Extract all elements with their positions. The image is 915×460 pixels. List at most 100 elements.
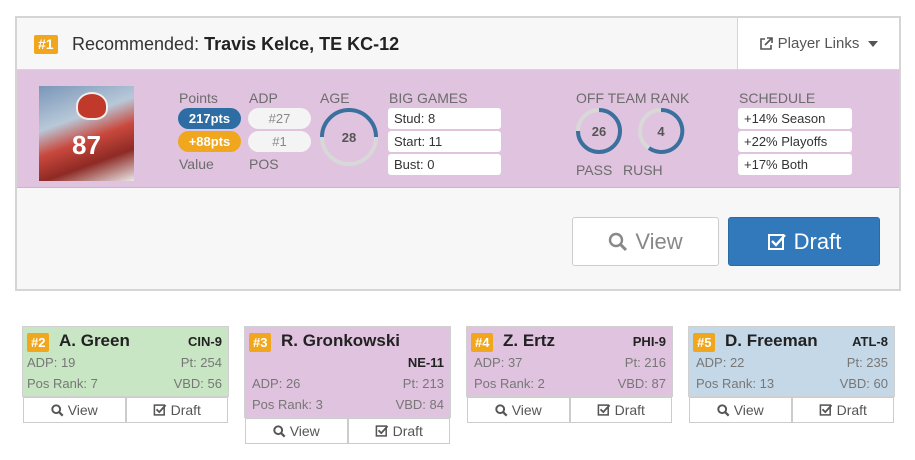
player-links-label: Player Links <box>777 35 860 52</box>
age-gauge: 28 <box>319 107 379 167</box>
player-points: Pt: 235 <box>846 355 888 370</box>
pass-rank-value: 26 <box>591 123 607 139</box>
pass-label: PASS <box>576 162 613 178</box>
age-value: 28 <box>341 129 357 145</box>
check-square-icon <box>153 404 166 416</box>
draft-button-label: Draft <box>392 423 423 439</box>
schedule-playoffs: +22% Playoffs <box>738 131 852 152</box>
check-square-icon <box>767 233 786 250</box>
view-button-label: View <box>289 423 320 439</box>
player-card-4: #4 Z. Ertz PHI-9 ADP: 37 Pt: 216 Pos Ran… <box>466 326 673 423</box>
check-square-icon <box>819 404 832 416</box>
draft-button[interactable]: Draft <box>791 397 894 423</box>
player-pos-rank: Pos Rank: 2 <box>474 376 545 391</box>
draft-button-label: Draft <box>614 402 645 418</box>
pos-label: POS <box>249 156 279 172</box>
value-pill: +88pts <box>178 131 241 152</box>
draft-button[interactable]: Draft <box>347 418 450 444</box>
player-card-2: #2 A. Green CIN-9 ADP: 19 Pt: 254 Pos Ra… <box>22 326 229 423</box>
player-adp: ADP: 22 <box>696 355 745 370</box>
card-actions: View Draft <box>245 418 450 444</box>
player-vbd: VBD: 84 <box>395 397 444 412</box>
rank-badge: #5 <box>693 333 716 352</box>
player-pos-rank: Pos Rank: 3 <box>252 397 323 412</box>
player-team: CIN-9 <box>188 334 222 349</box>
view-button[interactable]: View <box>245 418 348 444</box>
card-actions: View Draft <box>467 397 672 423</box>
player-pos-rank: Pos Rank: 13 <box>696 376 775 391</box>
player-name: D. Freeman <box>725 331 818 350</box>
player-name: Z. Ertz <box>503 331 555 350</box>
player-name: A. Green <box>59 331 130 350</box>
player-points: Pt: 216 <box>624 355 666 370</box>
schedule-season: +14% Season <box>738 108 852 129</box>
player-card-3: #3 R. Gronkowski NE-11 ADP: 26 Pt: 213 P… <box>244 326 451 444</box>
player-adp: ADP: 37 <box>474 355 523 370</box>
pos-pill: #1 <box>248 131 311 152</box>
check-square-icon <box>597 404 610 416</box>
big-games-label: BIG GAMES <box>389 90 468 106</box>
adp-pill: #27 <box>248 108 311 129</box>
big-games-bust: Bust: 0 <box>388 154 501 175</box>
recommended-title: Recommended: Travis Kelce, TE KC-12 <box>72 34 399 55</box>
rank-badge: #2 <box>27 333 50 352</box>
age-label: AGE <box>320 90 350 106</box>
search-icon <box>273 424 286 438</box>
rush-rank-value: 4 <box>657 123 665 139</box>
recommended-player-name: Travis Kelce, TE KC-12 <box>204 34 400 54</box>
big-games-start: Start: 11 <box>388 131 501 152</box>
jersey-number: 87 <box>72 130 101 160</box>
view-button[interactable]: View <box>572 217 719 266</box>
caret-down-icon <box>868 40 879 47</box>
search-icon <box>495 403 508 417</box>
search-icon <box>717 403 730 417</box>
player-adp: ADP: 26 <box>252 376 301 391</box>
card-actions: View Draft <box>23 397 228 423</box>
player-vbd: VBD: 56 <box>173 376 222 391</box>
draft-button[interactable]: Draft <box>569 397 672 423</box>
view-button-label: View <box>511 402 542 418</box>
player-name: R. Gronkowski <box>281 331 401 350</box>
player-team: PHI-9 <box>632 334 666 349</box>
draft-button-label: Draft <box>793 228 842 254</box>
pass-rank-gauge: 26 <box>575 107 623 155</box>
rush-rank-gauge: 4 <box>637 107 685 155</box>
off-team-rank-label: OFF TEAM RANK <box>576 90 690 106</box>
check-square-icon <box>375 425 388 437</box>
draft-button[interactable]: Draft <box>125 397 228 423</box>
search-icon <box>609 232 628 251</box>
player-team: ATL-8 <box>852 334 888 349</box>
recommended-prefix: Recommended: <box>72 34 200 54</box>
rank-badge: #3 <box>249 333 272 352</box>
player-pos-rank: Pos Rank: 7 <box>27 376 98 391</box>
schedule-both: +17% Both <box>738 154 852 175</box>
player-photo: 87 <box>39 86 134 181</box>
view-button-label: View <box>67 402 98 418</box>
view-button[interactable]: View <box>689 397 792 423</box>
player-card-5: #5 D. Freeman ATL-8 ADP: 22 Pt: 235 Pos … <box>688 326 895 423</box>
player-vbd: VBD: 87 <box>617 376 666 391</box>
draft-button-label: Draft <box>836 402 867 418</box>
points-label: Points <box>179 90 218 106</box>
points-pill: 217pts <box>178 108 241 129</box>
draft-button-label: Draft <box>170 402 201 418</box>
recommended-header: #1 Recommended: Travis Kelce, TE KC-12 P… <box>17 18 899 70</box>
player-adp: ADP: 19 <box>27 355 76 370</box>
player-team: NE-11 <box>407 355 444 370</box>
view-button[interactable]: View <box>467 397 570 423</box>
rank-badge: #1 <box>34 35 58 54</box>
player-points: Pt: 213 <box>402 376 444 391</box>
helmet-graphic <box>76 92 108 120</box>
view-button[interactable]: View <box>23 397 126 423</box>
view-button-label: View <box>635 228 683 254</box>
rank-badge: #4 <box>471 333 494 352</box>
card-actions: View Draft <box>689 397 894 423</box>
recommended-card: #1 Recommended: Travis Kelce, TE KC-12 P… <box>15 16 901 291</box>
player-points: Pt: 254 <box>180 355 222 370</box>
adp-label: ADP <box>249 90 278 106</box>
draft-button[interactable]: Draft <box>728 217 880 266</box>
player-links-dropdown[interactable]: Player Links <box>737 18 899 69</box>
player-vbd: VBD: 60 <box>839 376 888 391</box>
rush-label: RUSH <box>623 162 663 178</box>
view-button-label: View <box>733 402 764 418</box>
